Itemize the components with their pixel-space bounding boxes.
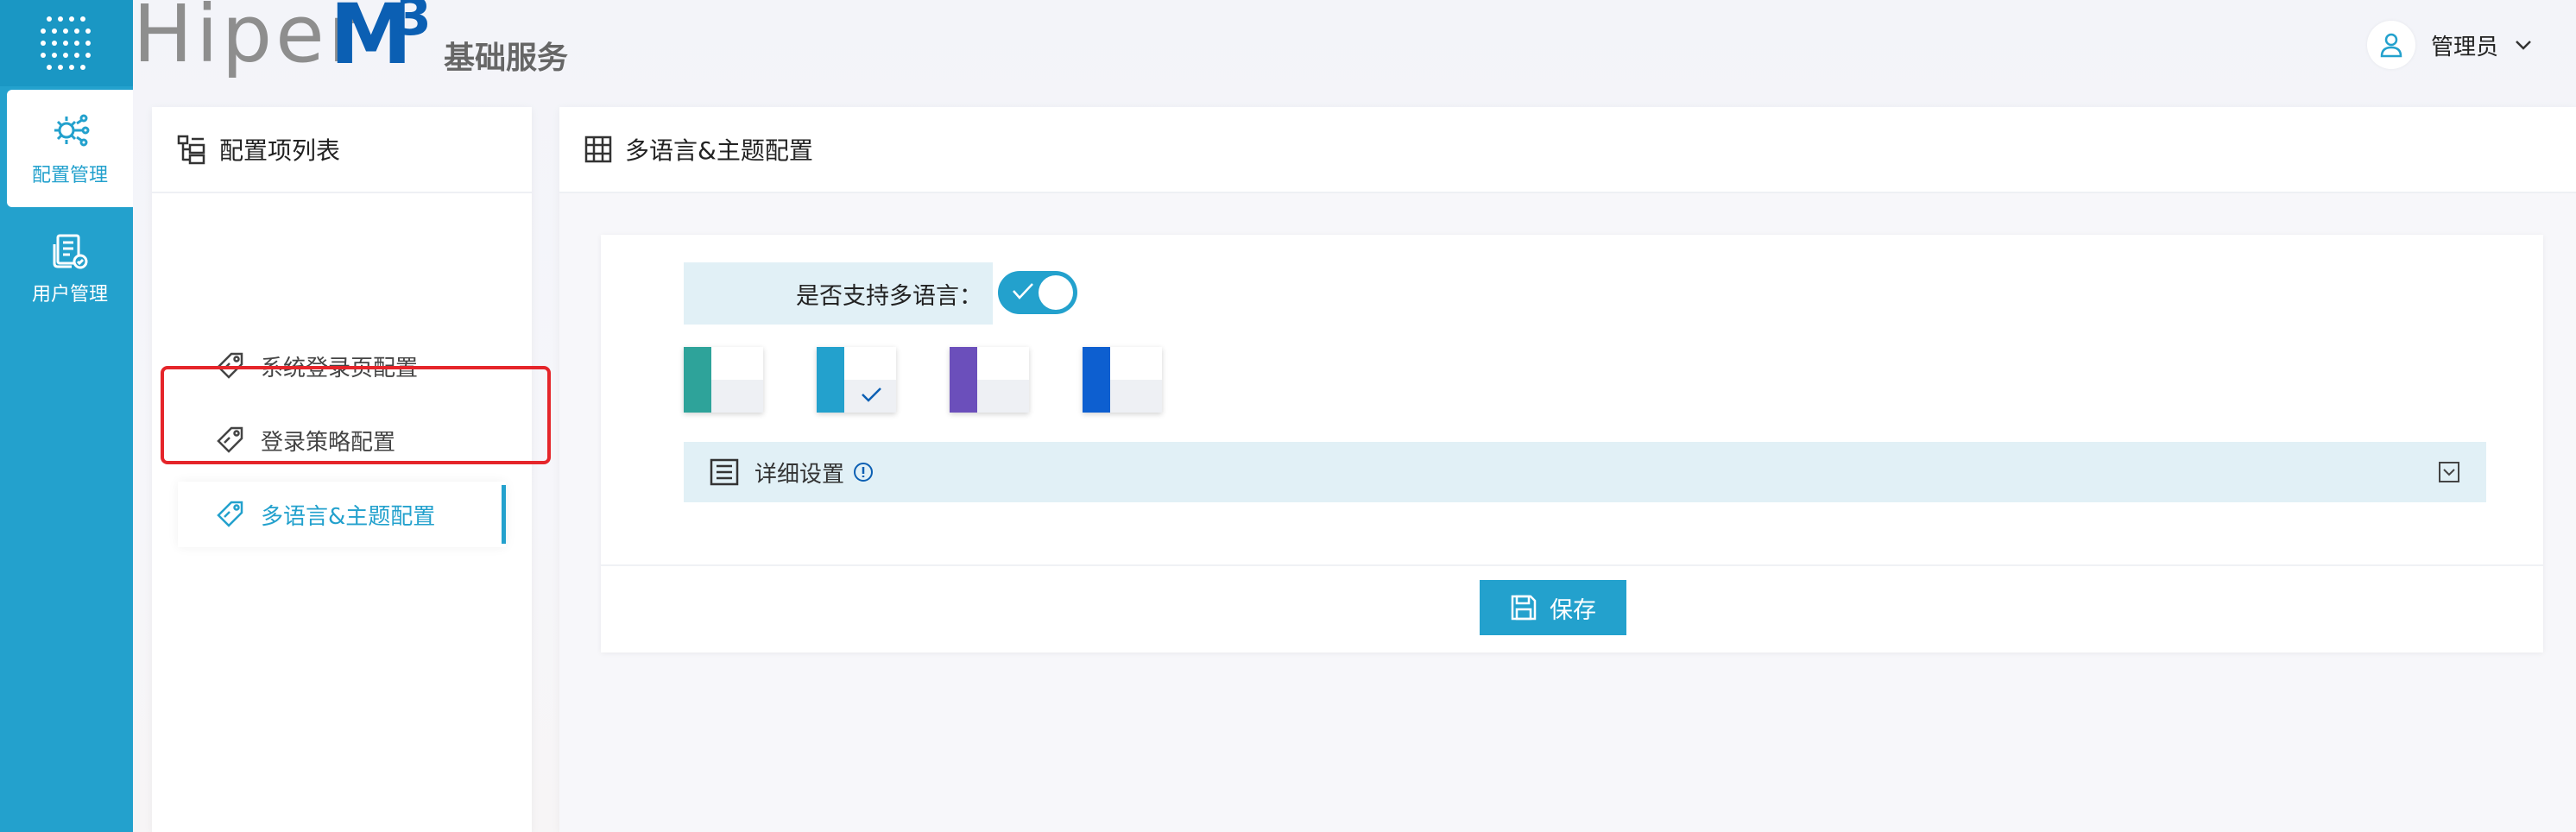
rail-item-config-management[interactable]: 配置管理 [7,90,133,207]
save-button-label: 保存 [1550,596,1596,624]
logo-superscript: 3 [395,0,432,47]
card-divider [601,564,2543,566]
config-item-label: 多语言&主题配置 [261,503,436,530]
detail-settings-label: 详细设置 [754,461,845,488]
selection-highlight-box [161,366,551,464]
expand-icon[interactable] [2438,461,2460,483]
main-panel: 多语言&主题配置 是否支持多语言： 详细设置 保存 [559,107,2576,832]
save-button[interactable]: 保存 [1480,580,1626,635]
config-list-panel: 配置项列表 系统登录页配置 登录策略配置 多语言&主题配置 [152,107,532,832]
multilang-toggle[interactable] [998,271,1077,314]
tree-list-icon [177,135,205,165]
theme-swatch-teal[interactable] [684,347,763,413]
floppy-disk-icon [1511,595,1537,621]
theme-swatch-navy[interactable] [1083,347,1162,413]
settings-card: 是否支持多语言： 详细设置 保存 [601,235,2543,652]
avatar [2366,21,2415,69]
swatch-body [1110,380,1162,413]
dots-grid-icon [41,16,91,70]
table-icon [584,136,612,163]
swatch-color-bar [950,347,977,413]
rail-item-label: 配置管理 [31,165,108,186]
rail-item-label: 用户管理 [31,284,108,306]
multilang-row: 是否支持多语言： [684,262,1077,325]
main-panel-header: 多语言&主题配置 [559,107,2576,193]
swatch-color-bar [1083,347,1110,413]
multilang-label: 是否支持多语言： [796,282,982,310]
user-icon [2380,33,2402,58]
swatch-color-bar [817,347,844,413]
swatch-color-bar [684,347,711,413]
rail-item-user-management[interactable]: 用户管理 [7,211,133,328]
config-list-header: 配置项列表 [152,107,532,193]
chevron-down-icon [2516,41,2531,50]
config-item-language-theme[interactable]: 多语言&主题配置 [178,482,506,547]
check-icon [862,388,881,402]
info-icon [854,463,874,482]
swatch-body [711,380,763,413]
swatch-body [977,380,1029,413]
toggle-knob [1039,275,1073,310]
side-rail: 配置管理 用户管理 [0,0,133,832]
check-icon [1013,283,1033,299]
main-panel-title: 多语言&主题配置 [625,136,813,165]
theme-swatch-purple[interactable] [950,347,1029,413]
user-name: 管理员 [2430,34,2498,60]
gear-network-icon [54,114,90,147]
list-icon [710,458,739,486]
theme-swatch-blue[interactable] [817,347,896,413]
config-list-title: 配置项列表 [219,136,341,165]
user-document-icon [53,234,88,269]
app-subtitle: 基础服务 [444,41,569,76]
tag-icon [217,501,243,527]
detail-settings-row[interactable]: 详细设置 [684,442,2486,502]
app-grid-button[interactable] [0,0,133,86]
user-menu[interactable]: 管理员 [2366,19,2533,71]
